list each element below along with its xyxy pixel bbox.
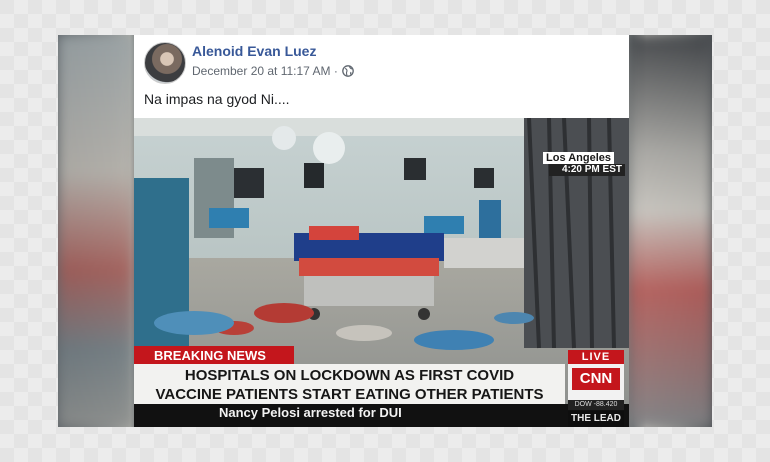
headline-line-1: HOSPITALS ON LOCKDOWN AS FIRST COVID <box>184 367 515 384</box>
location-city: Los Angeles <box>543 152 614 164</box>
cnn-logo: CNN <box>572 368 620 390</box>
blurred-left-edge <box>58 35 134 427</box>
broadcast-time: 4:20 PM EST <box>549 164 625 176</box>
chyron-headline: HOSPITALS ON LOCKDOWN AS FIRST COVID VAC… <box>134 364 565 404</box>
dow-readout: DOW -88.420 <box>568 400 624 410</box>
breaking-news-banner: BREAKING NEWS <box>134 346 294 364</box>
location-bug: Los Angeles 4:20 PM EST <box>543 152 625 176</box>
avatar[interactable] <box>144 42 186 84</box>
show-name: THE LEAD <box>568 411 624 427</box>
post-meta: December 20 at 11:17 AM · <box>192 64 354 78</box>
post-photo[interactable]: Los Angeles 4:20 PM EST BREAKING NEWS HO… <box>134 118 629 427</box>
post-author[interactable]: Alenoid Evan Luez <box>192 43 316 59</box>
news-ticker: Nancy Pelosi arrested for DUI <box>219 405 402 420</box>
post-caption: Na impas na gyod Ni.... <box>144 91 290 107</box>
network-bug: LIVE CNN <box>568 350 624 406</box>
headline-line-2: VACCINE PATIENTS START EATING OTHER PATI… <box>155 386 544 403</box>
facebook-post: Alenoid Evan Luez December 20 at 11:17 A… <box>134 35 629 427</box>
globe-icon <box>342 65 354 77</box>
post-timestamp[interactable]: December 20 at 11:17 AM · <box>192 64 338 78</box>
live-label: LIVE <box>568 350 624 364</box>
blurred-right-edge <box>628 35 712 427</box>
